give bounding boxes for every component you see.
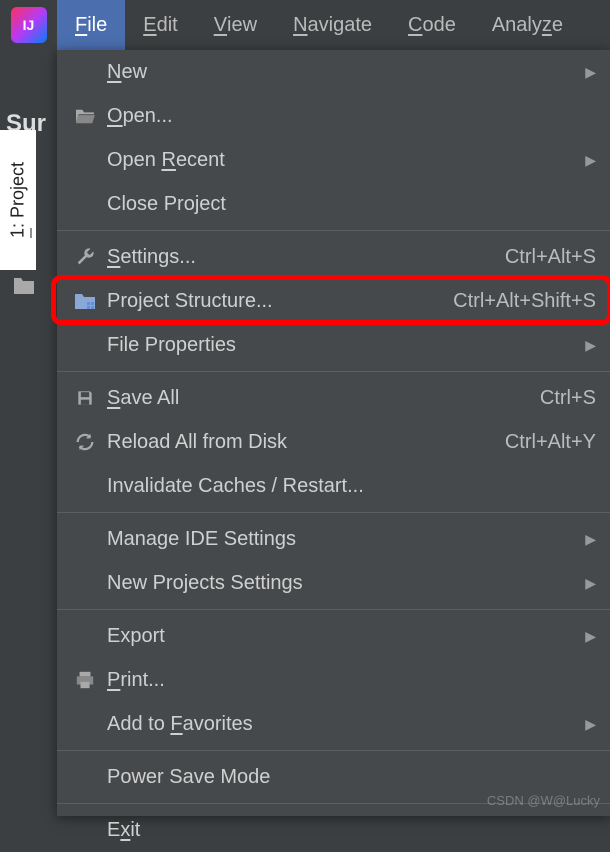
menu-file[interactable]: File: [57, 0, 125, 50]
menu-separator: [57, 512, 610, 513]
left-gutter: Sur 1: Project: [0, 50, 57, 816]
submenu-arrow-icon: ▶: [585, 531, 596, 548]
submenu-arrow-icon: ▶: [585, 64, 596, 81]
menu-separator: [57, 230, 610, 231]
submenu-arrow-icon: ▶: [585, 152, 596, 169]
folder-icon: [12, 276, 40, 300]
menu-item-label: Add to Favorites: [101, 713, 585, 736]
menu-item-label: Open Recent: [101, 149, 585, 172]
menu-item-add-to-favorites[interactable]: Add to Favorites▶: [57, 702, 610, 746]
menu-item-invalidate-caches-restart[interactable]: Invalidate Caches / Restart...: [57, 464, 610, 508]
menu-item-shortcut: Ctrl+Alt+S: [485, 246, 596, 269]
menu-item-shortcut: Ctrl+Alt+Y: [485, 431, 596, 454]
file-menu-dropdown: New▶Open...Open Recent▶Close ProjectSett…: [57, 50, 610, 816]
menu-item-label: File Properties: [101, 334, 585, 357]
menu-separator: [57, 750, 610, 751]
menu-separator: [57, 609, 610, 610]
menu-analyze[interactable]: Analyze: [474, 0, 581, 50]
menu-item-label: Power Save Mode: [101, 766, 596, 789]
menu-view[interactable]: View: [196, 0, 275, 50]
menu-item-open[interactable]: Open...: [57, 94, 610, 138]
menu-item-label: Project Structure...: [101, 290, 433, 313]
toolwindow-tab-project[interactable]: 1: Project: [0, 130, 36, 270]
menu-item-label: Invalidate Caches / Restart...: [101, 475, 596, 498]
reload-icon: [69, 431, 101, 453]
print-icon: [69, 670, 101, 690]
menu-item-shortcut: Ctrl+Alt+Shift+S: [433, 290, 596, 313]
menu-item-print[interactable]: Print...: [57, 658, 610, 702]
menu-item-save-all[interactable]: Save AllCtrl+S: [57, 376, 610, 420]
menu-item-manage-ide-settings[interactable]: Manage IDE Settings▶: [57, 517, 610, 561]
menu-navigate[interactable]: Navigate: [275, 0, 390, 50]
submenu-arrow-icon: ▶: [585, 716, 596, 733]
menu-item-label: Reload All from Disk: [101, 431, 485, 454]
menu-item-exit[interactable]: Exit: [57, 808, 610, 852]
watermark: CSDN @W@Lucky: [487, 793, 600, 808]
menu-item-label: New Projects Settings: [101, 572, 585, 595]
menu-item-settings[interactable]: Settings...Ctrl+Alt+S: [57, 235, 610, 279]
menu-item-export[interactable]: Export▶: [57, 614, 610, 658]
menu-item-label: Close Project: [101, 193, 596, 216]
submenu-arrow-icon: ▶: [585, 575, 596, 592]
menu-edit[interactable]: Edit: [125, 0, 195, 50]
menu-item-label: Save All: [101, 387, 520, 410]
menu-item-label: New: [101, 61, 585, 84]
menu-code[interactable]: Code: [390, 0, 474, 50]
menubar: IJ FileEditViewNavigateCodeAnalyze: [0, 0, 610, 50]
menu-item-project-structure[interactable]: Project Structure...Ctrl+Alt+Shift+S: [57, 279, 610, 323]
intellij-logo-icon: IJ: [11, 7, 47, 43]
menu-item-shortcut: Ctrl+S: [520, 387, 596, 410]
app-icon: IJ: [0, 0, 57, 50]
menu-item-file-properties[interactable]: File Properties▶: [57, 323, 610, 367]
menu-item-label: Export: [101, 625, 585, 648]
menu-item-label: Open...: [101, 105, 596, 128]
menu-item-close-project[interactable]: Close Project: [57, 182, 610, 226]
menu-item-new[interactable]: New▶: [57, 50, 610, 94]
submenu-arrow-icon: ▶: [585, 337, 596, 354]
menu-separator: [57, 371, 610, 372]
submenu-arrow-icon: ▶: [585, 628, 596, 645]
menu-item-label: Settings...: [101, 246, 485, 269]
menu-item-label: Manage IDE Settings: [101, 528, 585, 551]
menu-item-open-recent[interactable]: Open Recent▶: [57, 138, 610, 182]
save-icon: [69, 388, 101, 408]
menu-item-new-projects-settings[interactable]: New Projects Settings▶: [57, 561, 610, 605]
menu-item-label: Exit: [101, 819, 596, 842]
menu-item-label: Print...: [101, 669, 596, 692]
project-structure-icon: [69, 291, 101, 311]
menu-item-reload-all-from-disk[interactable]: Reload All from DiskCtrl+Alt+Y: [57, 420, 610, 464]
open-folder-icon: [69, 107, 101, 125]
wrench-icon: [69, 246, 101, 268]
